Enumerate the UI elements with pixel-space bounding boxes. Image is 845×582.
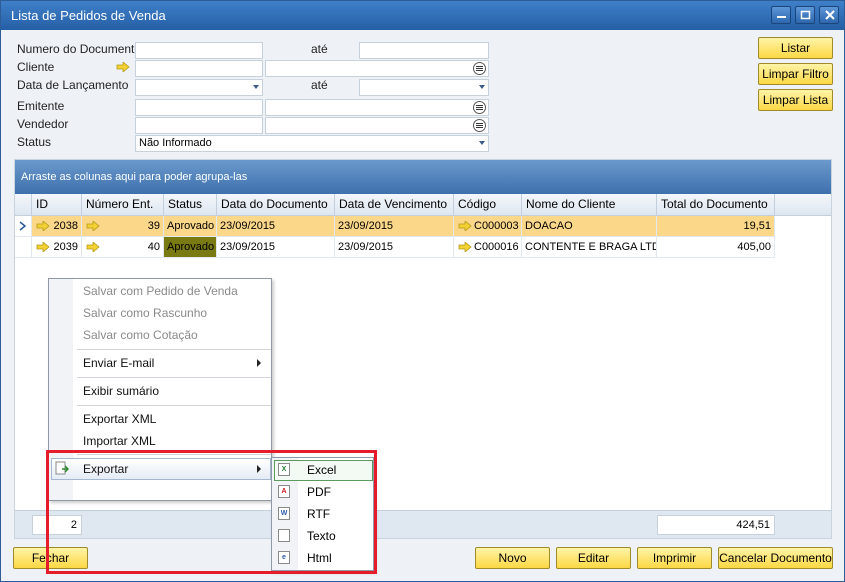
numero-to-input[interactable] xyxy=(359,42,489,59)
link-arrow-icon[interactable] xyxy=(86,242,100,252)
window: Lista de Pedidos de Venda Numero do Docu… xyxy=(0,0,845,582)
listar-button[interactable]: Listar xyxy=(758,37,833,59)
table-row-cell[interactable]: 2038 xyxy=(32,216,82,237)
menu-separator xyxy=(77,405,271,406)
menu-separator xyxy=(77,377,271,378)
link-arrow-icon[interactable] xyxy=(458,242,472,252)
novo-button[interactable]: Novo xyxy=(475,547,550,569)
cliente-code-input[interactable] xyxy=(135,60,263,77)
group-hint: Arraste as colunas aqui para poder agrup… xyxy=(21,171,248,183)
status-value: Não Informado xyxy=(139,137,212,149)
cliente-name-input[interactable] xyxy=(265,60,489,77)
annotation-highlight-box xyxy=(46,450,377,574)
data-lancamento-from[interactable] xyxy=(135,79,263,96)
table-row-cell[interactable]: 39 xyxy=(82,216,164,237)
data-lancamento-to[interactable] xyxy=(359,79,489,96)
numero-from-input[interactable] xyxy=(135,42,263,59)
table-row-cell[interactable]: 2039 xyxy=(32,237,82,258)
table-row-cell[interactable]: CONTENTE E BRAGA LTDA xyxy=(522,237,657,258)
menu-enviar-email[interactable]: Enviar E-mail xyxy=(83,356,154,370)
menu-separator xyxy=(77,349,271,350)
vendedor-code-input[interactable] xyxy=(135,117,263,134)
data-lancamento-label: Data de Lançamento xyxy=(17,78,129,92)
menu-exibir-sumario[interactable]: Exibir sumário xyxy=(83,384,159,398)
minimize-icon xyxy=(777,16,786,18)
col-status[interactable]: Status xyxy=(164,194,217,216)
row-selector[interactable] xyxy=(15,237,32,258)
col-filler xyxy=(775,194,831,216)
choose-list-icon[interactable] xyxy=(473,119,486,132)
table-row-cell[interactable]: 23/09/2015 xyxy=(217,237,335,258)
limpar-filtro-button[interactable]: Limpar Filtro xyxy=(758,63,833,85)
submenu-arrow-icon xyxy=(257,359,261,367)
numero-label: Numero do Documento xyxy=(17,42,142,56)
col-numero[interactable]: Número Ent. xyxy=(82,194,164,216)
col-id[interactable]: ID xyxy=(32,194,82,216)
maximize-button[interactable] xyxy=(795,6,815,24)
cancelar-documento-button[interactable]: Cancelar Documento xyxy=(718,547,833,569)
link-arrow-icon[interactable] xyxy=(86,221,100,231)
vendedor-name-input[interactable] xyxy=(265,117,489,134)
col-data-vencimento[interactable]: Data de Vencimento xyxy=(335,194,454,216)
group-by-area[interactable]: Arraste as colunas aqui para poder agrup… xyxy=(15,160,831,194)
link-arrow-icon[interactable] xyxy=(116,62,130,72)
table-row-cell[interactable]: 23/09/2015 xyxy=(217,216,335,237)
dropdown-arrow-icon[interactable] xyxy=(479,141,485,145)
menu-exportar-xml[interactable]: Exportar XML xyxy=(83,412,156,426)
col-nome-cliente[interactable]: Nome do Cliente xyxy=(522,194,657,216)
table-row-cell[interactable]: 23/09/2015 xyxy=(335,237,454,258)
row-indicator-header xyxy=(15,194,32,216)
table-row-cell[interactable]: 23/09/2015 xyxy=(335,216,454,237)
choose-list-icon[interactable] xyxy=(473,62,486,75)
table-row-cell[interactable]: Aprovado xyxy=(164,237,217,258)
menu-importar-xml[interactable]: Importar XML xyxy=(83,434,156,448)
link-arrow-icon[interactable] xyxy=(36,242,50,252)
cliente-label: Cliente xyxy=(17,60,55,74)
status-select[interactable]: Não Informado xyxy=(135,135,489,152)
choose-list-icon[interactable] xyxy=(473,101,486,114)
emitente-name-input[interactable] xyxy=(265,99,489,116)
col-codigo[interactable]: Código xyxy=(454,194,522,216)
window-title: Lista de Pedidos de Venda xyxy=(11,8,166,23)
link-arrow-icon[interactable] xyxy=(458,221,472,231)
table-row-cell[interactable]: 40 xyxy=(82,237,164,258)
row-selector-icon[interactable] xyxy=(15,216,32,237)
emitente-code-input[interactable] xyxy=(135,99,263,116)
menu-salvar-pedido: Salvar com Pedido de Venda xyxy=(83,284,238,298)
close-button[interactable] xyxy=(819,6,839,24)
limpar-lista-button[interactable]: Limpar Lista xyxy=(758,89,833,111)
editar-button[interactable]: Editar xyxy=(556,547,631,569)
ate-label-1: até xyxy=(311,42,328,56)
table-row-cell[interactable]: Aprovado xyxy=(164,216,217,237)
close-icon xyxy=(825,10,835,20)
col-data-documento[interactable]: Data do Documento xyxy=(217,194,335,216)
dropdown-arrow-icon[interactable] xyxy=(479,85,485,89)
table-row-cell[interactable]: C000003 xyxy=(454,216,522,237)
link-arrow-icon[interactable] xyxy=(36,221,50,231)
ate-label-2: até xyxy=(311,78,328,92)
table-row-cell[interactable]: C000016 xyxy=(454,237,522,258)
col-total[interactable]: Total do Documento xyxy=(657,194,775,216)
dropdown-arrow-icon[interactable] xyxy=(253,85,259,89)
total-sum: 424,51 xyxy=(657,515,775,535)
status-label: Status xyxy=(17,135,52,149)
table-row-cell[interactable]: DOACAO xyxy=(522,216,657,237)
vendedor-label: Vendedor xyxy=(17,117,69,131)
maximize-icon xyxy=(800,10,811,20)
minimize-button[interactable] xyxy=(771,6,791,24)
titlebar: Lista de Pedidos de Venda xyxy=(1,1,844,30)
table-row-cell[interactable]: 405,00 xyxy=(657,237,775,258)
emitente-label: Emitente xyxy=(17,99,65,113)
menu-salvar-cotacao: Salvar como Cotação xyxy=(83,328,198,342)
imprimir-button[interactable]: Imprimir xyxy=(637,547,712,569)
table-row-cell[interactable]: 19,51 xyxy=(657,216,775,237)
menu-salvar-rascunho: Salvar como Rascunho xyxy=(83,306,208,320)
